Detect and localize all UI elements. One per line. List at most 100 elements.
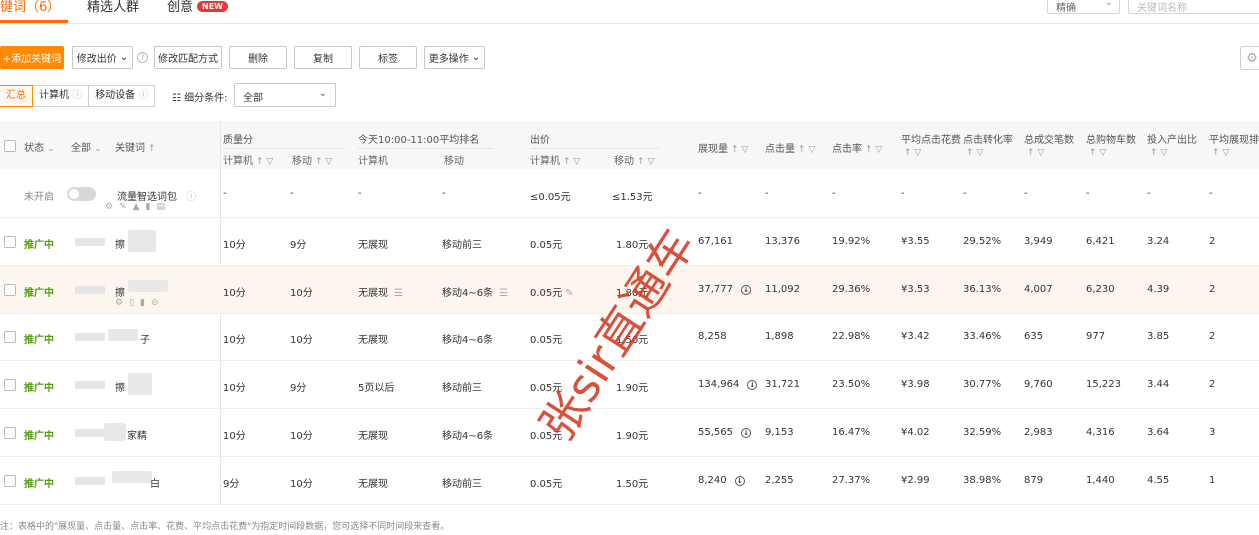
row-keyword[interactable]: 家精 (127, 427, 147, 442)
segment-mobile[interactable]: 移动设备 ⓘ (88, 85, 156, 107)
row-roi: 3.44 (1147, 379, 1170, 390)
sort-filter-icon[interactable]: ↑ ▽ (1027, 148, 1044, 158)
row-clicks: 2,255 (765, 475, 794, 486)
bid-pc-header[interactable]: 计算机 ↑ ▽ (530, 152, 580, 167)
tab-keywords[interactable]: 键词（6） (0, 0, 60, 15)
row-keyword[interactable]: 擦 (115, 236, 125, 251)
row-cvr: 30.77% (963, 379, 1002, 390)
row-bid-pc[interactable]: 0.05元 (530, 331, 562, 346)
row-bid-mobile[interactable]: 1.50元 (616, 475, 648, 490)
row-checkbox[interactable] (4, 379, 16, 391)
sort-filter-icon[interactable]: ↑ ▽ (1212, 148, 1229, 158)
select-all-checkbox[interactable] (4, 140, 16, 152)
blurred-text (104, 423, 126, 441)
download-icon[interactable]: ↓ (741, 428, 751, 438)
row-bid-mobile[interactable]: 1.90元 (616, 427, 648, 442)
row-keyword[interactable]: 擦 (115, 379, 125, 394)
all-filter-header[interactable]: 全部 ⌄ (71, 139, 102, 154)
row-bid-pc[interactable]: 0.05元 ✎ (530, 284, 574, 299)
orders-header[interactable]: 总成交笔数 (1024, 131, 1074, 146)
delete-button[interactable]: 删除 (229, 46, 287, 69)
row-carts: 6,230 (1086, 284, 1115, 295)
row-roi: 3.24 (1147, 236, 1170, 247)
row-action-icons[interactable]: ⚙▯▮⊖ (115, 298, 165, 308)
avg-cpc-header[interactable]: 平均点击花费 (901, 131, 961, 146)
row-impressions-text: 8,240 (698, 475, 727, 486)
sort-filter-icon[interactable]: ↑ ▽ (904, 148, 921, 158)
chevron-down-icon: ⌄ (1104, 0, 1113, 8)
row-ctr: 29.36% (832, 284, 871, 295)
row-bid-pc[interactable]: 0.05元 (530, 475, 562, 490)
sort-filter-icon[interactable]: ↑ ▽ (966, 148, 983, 158)
row-checkbox[interactable] (4, 475, 16, 487)
carts-header[interactable]: 总购物车数 (1086, 131, 1136, 146)
row-quality-mobile: 9分 (290, 383, 307, 394)
row-rank-mobile-text: 移动4~6条 (442, 288, 494, 299)
rank-detail-icon[interactable]: ☰ (394, 288, 403, 299)
bid-pc-label: 计算机 (530, 156, 560, 167)
status-header[interactable]: 状态 ⌄ (24, 139, 55, 154)
clicks-header[interactable]: 点击量 ↑ ▽ (765, 140, 815, 155)
sort-filter-icon[interactable]: ↑ ▽ (1150, 148, 1167, 158)
package-action-icons[interactable]: ⚙✎▲▮▤ (105, 202, 171, 212)
package-toggle[interactable] (67, 187, 96, 201)
divider (530, 148, 660, 149)
quality-pc-header[interactable]: 计算机 ↑ ▽ (223, 152, 273, 167)
row-avg-rank: 3 (1209, 427, 1216, 438)
download-icon[interactable]: ↓ (734, 476, 745, 486)
row-quality-pc: 9分 (223, 479, 240, 490)
tab-creative[interactable]: 创意 NEW (167, 0, 228, 15)
package-status: 未开启 (24, 192, 54, 203)
impressions-header[interactable]: 展现量 ↑ ▽ (698, 140, 748, 155)
row-checkbox[interactable] (4, 427, 16, 439)
segment-pc[interactable]: 计算机 ⓘ (32, 85, 90, 107)
avg-rank-header[interactable]: 平均展现排名 (1209, 131, 1259, 146)
keyword-search-input[interactable]: 关键词名称 (1128, 0, 1259, 14)
edit-pencil-icon[interactable]: ✎ (565, 288, 573, 299)
ctr-header[interactable]: 点击率 ↑ ▽ (832, 140, 882, 155)
bid-mobile-header[interactable]: 移动 ↑ ▽ (614, 152, 654, 167)
row-checkbox[interactable] (4, 236, 16, 248)
row-status: 推广中 (24, 431, 54, 442)
row-carts: 6,421 (1086, 236, 1115, 247)
match-type-select[interactable]: 精确 ⌄ (1047, 0, 1120, 14)
cvr-header[interactable]: 点击转化率 (963, 131, 1013, 146)
add-keyword-button[interactable]: +添加关键词 (0, 46, 64, 69)
quality-header: 质量分 (223, 135, 253, 146)
row-keyword[interactable]: 擦 (115, 284, 125, 299)
segment-mobile-label: 移动设备 (95, 90, 136, 101)
help-icon[interactable]: ? (137, 52, 148, 63)
row-bid-pc[interactable]: 0.05元 (530, 236, 562, 251)
filter-select[interactable]: 全部 ⌄ (234, 83, 336, 107)
package-bid-pc: ≤0.05元 (530, 192, 571, 203)
rank-detail-icon[interactable]: ☰ (499, 288, 508, 299)
row-avg-cpc: ¥3.53 (901, 284, 930, 295)
roi-header[interactable]: 投入产出比 (1147, 131, 1197, 146)
row-ctr: 16.47% (832, 427, 871, 438)
sort-filter-icon[interactable]: ↑ ▽ (1089, 148, 1106, 158)
bid-group-header: 出价 (530, 135, 550, 146)
row-keyword[interactable]: 子 (140, 331, 150, 346)
keyword-header[interactable]: 关键词 ↑ (115, 139, 156, 154)
row-checkbox[interactable] (4, 331, 16, 343)
quality-mobile-header[interactable]: 移动 ↑ ▽ (292, 152, 332, 167)
segment-summary[interactable]: 汇总 (0, 85, 33, 107)
tags-button[interactable]: 标签 (359, 46, 417, 69)
row-rank-pc: 5页以后 (358, 383, 395, 394)
row-roi: 4.39 (1147, 284, 1170, 295)
blurred-thumbnail (75, 333, 105, 341)
row-keyword[interactable]: 白 (150, 475, 160, 490)
download-icon[interactable]: ↓ (747, 380, 758, 390)
edit-match-button[interactable]: 修改匹配方式 (154, 46, 222, 69)
tab-audience[interactable]: 精选人群 (87, 0, 139, 15)
edit-bid-button[interactable]: 修改出价 ⌄ (72, 46, 133, 69)
row-rank-mobile: 移动前三 (442, 383, 482, 394)
row-checkbox[interactable] (4, 284, 16, 296)
download-icon[interactable]: ↓ (741, 285, 751, 295)
package-impressions: - (698, 188, 702, 199)
copy-button[interactable]: 复制 (294, 46, 352, 69)
more-actions-button[interactable]: 更多操作 ⌄ (424, 46, 485, 69)
row-quality-mobile: 10分 (290, 431, 313, 442)
settings-gear-icon[interactable]: ⚙ (1240, 46, 1259, 70)
blurred-text (128, 373, 152, 395)
